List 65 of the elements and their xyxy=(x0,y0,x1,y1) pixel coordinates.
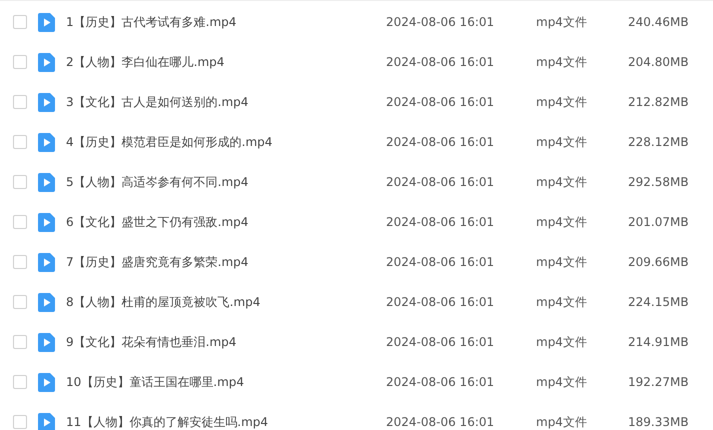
file-name[interactable]: 10【历史】童话王国在哪里.mp4 xyxy=(66,373,386,391)
file-name[interactable]: 8【人物】杜甫的屋顶竟被吹飞.mp4 xyxy=(66,293,386,311)
video-file-icon xyxy=(38,132,55,152)
file-name[interactable]: 9【文化】花朵有情也垂泪.mp4 xyxy=(66,333,386,351)
row-checkbox[interactable] xyxy=(13,175,27,189)
modified-date: 2024-08-06 16:01 xyxy=(386,254,496,271)
file-type: mp4文件 xyxy=(536,94,588,111)
modified-date: 2024-08-06 16:01 xyxy=(386,214,496,231)
modified-date: 2024-08-06 16:01 xyxy=(386,174,496,191)
file-type: mp4文件 xyxy=(536,254,588,271)
file-size: 209.66MB xyxy=(628,254,689,271)
file-type: mp4文件 xyxy=(536,374,588,391)
modified-date: 2024-08-06 16:01 xyxy=(386,54,496,71)
file-type: mp4文件 xyxy=(536,214,588,231)
file-size: 228.12MB xyxy=(628,134,689,151)
modified-date: 2024-08-06 16:01 xyxy=(386,414,496,430)
video-file-icon xyxy=(38,172,55,192)
file-name[interactable]: 3【文化】古人是如何送别的.mp4 xyxy=(66,93,386,111)
file-type: mp4文件 xyxy=(536,14,588,31)
file-name[interactable]: 6【文化】盛世之下仍有强敌.mp4 xyxy=(66,213,386,231)
row-checkbox[interactable] xyxy=(13,255,27,269)
file-type: mp4文件 xyxy=(536,414,588,430)
video-file-icon xyxy=(38,292,55,312)
modified-date: 2024-08-06 16:01 xyxy=(386,134,496,151)
file-size: 201.07MB xyxy=(628,214,689,231)
video-file-icon xyxy=(38,332,55,352)
row-checkbox[interactable] xyxy=(13,415,27,429)
file-type: mp4文件 xyxy=(536,174,588,191)
video-file-icon xyxy=(38,372,55,392)
modified-date: 2024-08-06 16:01 xyxy=(386,374,496,391)
file-name[interactable]: 4【历史】模范君臣是如何形成的.mp4 xyxy=(66,133,386,151)
row-checkbox[interactable] xyxy=(13,15,27,29)
modified-date: 2024-08-06 16:01 xyxy=(386,334,496,351)
file-type: mp4文件 xyxy=(536,294,588,311)
file-name[interactable]: 2【人物】李白仙在哪儿.mp4 xyxy=(66,53,386,71)
video-file-icon xyxy=(38,212,55,232)
modified-date: 2024-08-06 16:01 xyxy=(386,294,496,311)
row-checkbox[interactable] xyxy=(13,135,27,149)
row-checkbox[interactable] xyxy=(13,335,27,349)
row-checkbox[interactable] xyxy=(13,295,27,309)
file-size: 189.33MB xyxy=(628,414,689,430)
file-size: 212.82MB xyxy=(628,94,689,111)
file-name[interactable]: 1【历史】古代考试有多难.mp4 xyxy=(66,13,386,31)
video-file-icon xyxy=(38,252,55,272)
file-size: 204.80MB xyxy=(628,54,689,71)
file-type: mp4文件 xyxy=(536,54,588,71)
modified-date: 2024-08-06 16:01 xyxy=(386,94,496,111)
row-checkbox[interactable] xyxy=(13,375,27,389)
video-file-icon xyxy=(38,12,55,32)
row-checkbox[interactable] xyxy=(13,55,27,69)
file-size: 214.91MB xyxy=(628,334,689,351)
row-checkbox[interactable] xyxy=(13,95,27,109)
video-file-icon xyxy=(38,52,55,72)
file-name[interactable]: 7【历史】盛唐究竟有多繁荣.mp4 xyxy=(66,253,386,271)
file-size: 224.15MB xyxy=(628,294,689,311)
file-name[interactable]: 11【人物】你真的了解安徒生吗.mp4 xyxy=(66,413,386,430)
file-type: mp4文件 xyxy=(536,134,588,151)
row-checkbox[interactable] xyxy=(13,215,27,229)
file-size: 192.27MB xyxy=(628,374,689,391)
file-name[interactable]: 5【人物】高适岑参有何不同.mp4 xyxy=(66,173,386,191)
video-file-icon xyxy=(38,92,55,112)
file-size: 292.58MB xyxy=(628,174,689,191)
modified-date: 2024-08-06 16:01 xyxy=(386,14,496,31)
file-size: 240.46MB xyxy=(628,14,689,31)
file-type: mp4文件 xyxy=(536,334,588,351)
